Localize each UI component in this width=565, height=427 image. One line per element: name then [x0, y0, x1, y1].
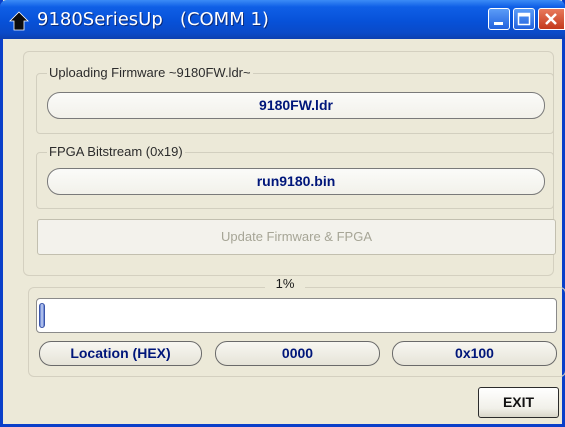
app-window: 9180SeriesUp (COMM 1) Uploading Firmware…: [0, 0, 565, 427]
maximize-button[interactable]: [513, 8, 535, 30]
firmware-group-label: Uploading Firmware ~9180FW.ldr~: [47, 65, 253, 81]
fpga-file-field[interactable]: run9180.bin: [47, 168, 545, 195]
progress-bar-fill: [39, 303, 45, 328]
maximize-icon: [517, 12, 531, 26]
location-label: Location (HEX): [39, 341, 202, 366]
progress-bar: [36, 298, 557, 333]
location-end-value: 0x100: [392, 341, 557, 366]
fpga-group-label: FPGA Bitstream (0x19): [47, 144, 185, 160]
firmware-file-field[interactable]: 9180FW.ldr: [47, 92, 545, 119]
title-bar[interactable]: 9180SeriesUp (COMM 1): [0, 0, 565, 39]
location-current-value: 0000: [215, 341, 380, 366]
window-title: 9180SeriesUp (COMM 1): [37, 9, 269, 30]
progress-percent-label: 1%: [265, 276, 305, 291]
close-button[interactable]: [538, 8, 565, 30]
exit-button[interactable]: EXIT: [478, 387, 559, 418]
minimize-icon: [494, 22, 503, 25]
app-house-icon: [9, 11, 29, 31]
update-firmware-fpga-button[interactable]: Update Firmware & FPGA: [37, 219, 556, 255]
close-icon: [545, 13, 557, 25]
minimize-button[interactable]: [488, 8, 510, 30]
